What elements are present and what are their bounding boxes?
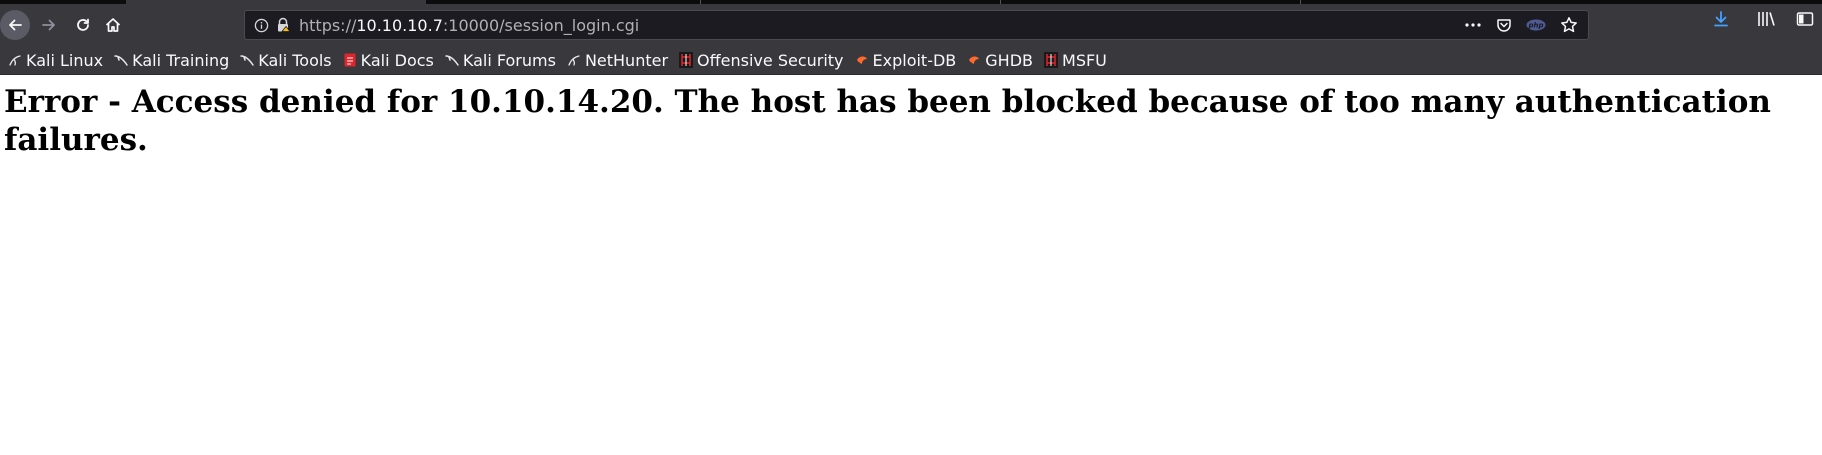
bookmark-label: Kali Docs [360, 50, 434, 70]
url-bar[interactable]: https://10.10.10.7:10000/session_login.c… [244, 10, 1589, 40]
bookmark-kali-linux[interactable]: Kali Linux [8, 51, 103, 70]
bookmark-kali-forums[interactable]: Kali Forums [445, 51, 556, 70]
svg-text:php: php [1527, 22, 1543, 30]
offsec-icon [1044, 52, 1059, 68]
bookmarks-toolbar: Kali Linux Kali Training Kali Tools Kali… [0, 46, 1822, 75]
bookmark-kali-training[interactable]: Kali Training [114, 51, 229, 70]
bookmark-exploit-db[interactable]: Exploit-DB [855, 50, 957, 70]
nav-toolbar: https://10.10.10.7:10000/session_login.c… [0, 4, 1822, 46]
exploitdb-icon [855, 52, 869, 68]
kali-dragon-icon [8, 52, 22, 68]
kali-docs-icon [343, 52, 357, 68]
bookmark-offensive-security[interactable]: Offensive Security [679, 50, 844, 70]
nethunter-icon [567, 52, 581, 68]
kali-dragon-icon [445, 52, 459, 68]
bookmark-label: Kali Linux [26, 50, 104, 70]
bookmark-label: Offensive Security [697, 50, 844, 70]
bookmark-kali-docs[interactable]: Kali Docs [343, 51, 434, 70]
bookmark-nethunter[interactable]: NetHunter [567, 51, 668, 70]
insecure-lock-icon[interactable] [275, 17, 291, 33]
php-icon[interactable]: php [1526, 19, 1546, 31]
kali-dragon-icon [114, 52, 128, 68]
toolbar-right [1712, 10, 1822, 28]
download-icon[interactable] [1712, 10, 1730, 28]
star-icon[interactable] [1560, 16, 1578, 34]
bookmark-label: NetHunter [584, 50, 669, 70]
reload-icon [77, 18, 89, 31]
bookmark-msfu[interactable]: MSFU [1044, 51, 1107, 70]
exploitdb-icon [967, 52, 981, 68]
forward-button[interactable] [34, 10, 64, 40]
sidebar-icon[interactable] [1796, 11, 1814, 27]
pocket-icon[interactable] [1496, 17, 1512, 33]
home-button[interactable] [98, 10, 128, 40]
forward-icon [42, 19, 55, 31]
bookmark-label: MSFU [1062, 50, 1107, 70]
back-icon [9, 19, 22, 31]
offsec-icon [679, 52, 694, 68]
bookmark-label: Exploit-DB [872, 50, 957, 70]
library-icon[interactable] [1756, 10, 1776, 28]
url-scheme: https:// [299, 15, 357, 35]
reload-button[interactable] [68, 10, 98, 40]
bookmark-label: GHDB [985, 50, 1034, 70]
page-content: Error - Access denied for 10.10.14.20. T… [0, 83, 1822, 159]
bookmark-label: Kali Tools [258, 50, 332, 70]
browser-chrome: https://10.10.10.7:10000/session_login.c… [0, 0, 1822, 75]
url-text[interactable]: https://10.10.10.7:10000/session_login.c… [299, 16, 639, 35]
back-button[interactable] [0, 10, 30, 40]
error-heading: Error - Access denied for 10.10.14.20. T… [4, 84, 1771, 158]
bookmark-kali-tools[interactable]: Kali Tools [240, 50, 332, 70]
url-path: :10000/session_login.cgi [442, 15, 640, 35]
home-icon [105, 18, 121, 32]
bookmark-label: Kali Training [132, 50, 230, 70]
url-host: 10.10.10.7 [356, 15, 443, 35]
bookmark-ghdb[interactable]: GHDB [967, 51, 1033, 70]
more-icon[interactable] [1464, 22, 1482, 28]
info-icon[interactable] [254, 18, 269, 33]
kali-dragon-icon [240, 52, 254, 68]
bookmark-label: Kali Forums [462, 50, 556, 70]
